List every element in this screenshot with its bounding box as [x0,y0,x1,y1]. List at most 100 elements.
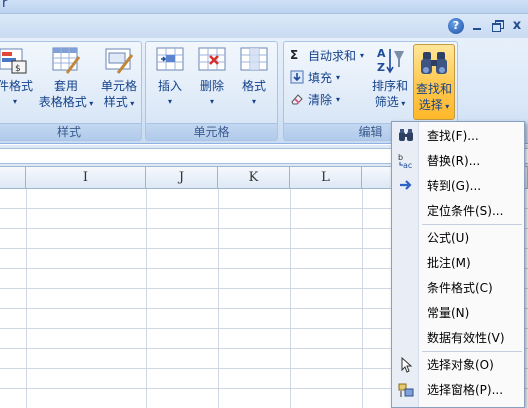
menu-item-goto[interactable]: 转到(G)... [392,174,524,196]
eraser-icon [290,92,304,106]
conditional-format-button[interactable]: $ 件格式 ▾ [0,45,33,110]
menu-item-select-objects[interactable]: 选择对象(O) [392,353,524,375]
menu-item-label: 转到(G)... [427,179,482,193]
format-as-table-label-2: 表格格式 ▾ [38,95,94,109]
styles-group: $ 件格式 ▾ 套用 表格格式 ▾ 单元格 样式 ▾ 样式 [0,41,142,141]
sort-filter-label-1: 排序和 [371,79,408,93]
menu-item-selection-pane[interactable]: 选择窗格(P)... [392,378,524,400]
cell-styles-label-2: 样式 ▾ [103,95,135,109]
clear-button[interactable]: 清除 ▾ [290,90,340,108]
conditional-format-icon: $ [0,45,30,75]
menu-item-formulas[interactable]: 公式(U) [392,226,524,248]
column-header-j[interactable]: J [146,167,218,189]
ribbon-tab-strip: ? x [0,14,528,38]
menu-item-label: 定位条件(S)... [427,204,504,218]
minimize-icon[interactable] [470,19,484,33]
menu-item-conditional-formatting[interactable]: 条件格式(C) [392,276,524,298]
grid-column-line [218,189,219,408]
find-select-button[interactable]: 查找和 选择 ▾ [413,44,455,120]
cells-group-label: 单元格 [146,123,277,140]
cell-styles-button[interactable]: 单元格 样式 ▾ [97,45,141,112]
format-cells-icon [239,45,269,75]
insert-label: 插入 [157,79,182,93]
conditional-format-label: 件格式 [0,79,34,93]
menu-item-replace[interactable]: b ac 替换(R)... [392,149,524,171]
table-format-icon [51,45,81,75]
svg-text:Z: Z [377,61,385,74]
goto-arrow-icon [398,178,414,192]
grid-column-line [26,189,27,408]
menu-item-label: 公式(U) [427,231,470,245]
sort-az-icon: A Z [375,45,405,75]
replace-icon: b ac [398,153,414,170]
window-title-fragment: r [2,0,8,11]
format-as-table-label-1: 套用 [53,79,78,93]
insert-button[interactable]: 插入 ▾ [150,45,190,110]
sort-filter-button[interactable]: A Z 排序和 筛选 ▾ [368,45,412,112]
window-controls: ? x [448,16,524,36]
clear-label: 清除 [308,92,333,107]
menu-separator [422,224,522,225]
binoculars-icon [398,128,414,142]
cell-styles-icon [104,45,134,75]
fill-down-icon [290,70,304,84]
selection-pane-icon [398,382,414,397]
autosum-button[interactable]: Σ 自动求和 ▾ [290,46,364,64]
menu-item-label: 查找(F)... [427,129,479,143]
delete-cells-icon [197,45,227,75]
svg-text:$: $ [15,64,21,74]
sigma-icon: Σ [290,48,299,62]
insert-cells-icon [155,45,185,75]
format-button[interactable]: 格式 ▾ [234,45,274,110]
menu-item-label: 常量(N) [427,306,470,320]
chevron-down-icon: ▾ [251,97,256,106]
close-icon[interactable]: x [510,19,524,33]
restore-icon[interactable] [490,19,504,33]
menu-item-find[interactable]: 查找(F)... [392,124,524,146]
chevron-down-icon: ▾ [167,97,172,106]
column-header-l[interactable]: L [290,167,362,189]
find-select-label-1: 查找和 [415,82,452,96]
autosum-label: 自动求和 [308,48,357,63]
menu-item-label: 批注(M) [427,256,471,270]
cell-styles-label-1: 单元格 [100,79,137,93]
help-icon[interactable]: ? [448,18,464,34]
binoculars-icon [419,48,449,78]
styles-group-label: 样式 [0,123,141,140]
delete-label: 删除 [199,79,224,93]
menu-item-data-validation[interactable]: 数据有效性(V) [392,326,524,348]
delete-button[interactable]: 删除 ▾ [192,45,232,110]
chevron-down-icon: ▾ [12,97,17,106]
format-as-table-button[interactable]: 套用 表格格式 ▾ [35,45,97,112]
chevron-down-icon: ▾ [360,50,365,60]
chevron-down-icon: ▾ [336,94,341,104]
column-header-i[interactable]: I [26,167,146,189]
find-select-label-2: 选择 ▾ [418,98,450,112]
menu-item-label: 条件格式(C) [427,281,493,295]
svg-text:ac: ac [403,161,412,169]
menu-item-label: 选择窗格(P)... [427,383,504,397]
cells-group: 插入 ▾ 删除 ▾ 格式 ▾ 单元格 [145,41,278,141]
menu-item-label: 选择对象(O) [427,358,494,372]
sort-filter-label-2: 筛选 ▾ [374,95,406,109]
menu-separator [422,351,522,352]
fill-label: 填充 [308,70,333,85]
grid-column-line [146,189,147,408]
chevron-down-icon: ▾ [209,97,214,106]
column-header-h[interactable] [0,167,26,189]
menu-item-label: 替换(R)... [427,154,481,168]
menu-item-comments[interactable]: 批注(M) [392,251,524,273]
title-bar: r [0,0,528,14]
svg-text:A: A [377,47,386,60]
grid-column-line [290,189,291,408]
find-select-menu: 查找(F)... b ac 替换(R)... 转到(G)... 定位条件(S)..… [391,121,525,408]
menu-item-constants[interactable]: 常量(N) [392,301,524,323]
menu-item-label: 数据有效性(V) [427,331,505,345]
menu-item-goto-special[interactable]: 定位条件(S)... [392,199,524,221]
select-pointer-icon [398,356,414,373]
grid-column-line [362,189,363,408]
chevron-down-icon: ▾ [336,72,341,82]
format-label: 格式 [241,79,266,93]
fill-button[interactable]: 填充 ▾ [290,68,340,86]
column-header-k[interactable]: K [218,167,290,189]
